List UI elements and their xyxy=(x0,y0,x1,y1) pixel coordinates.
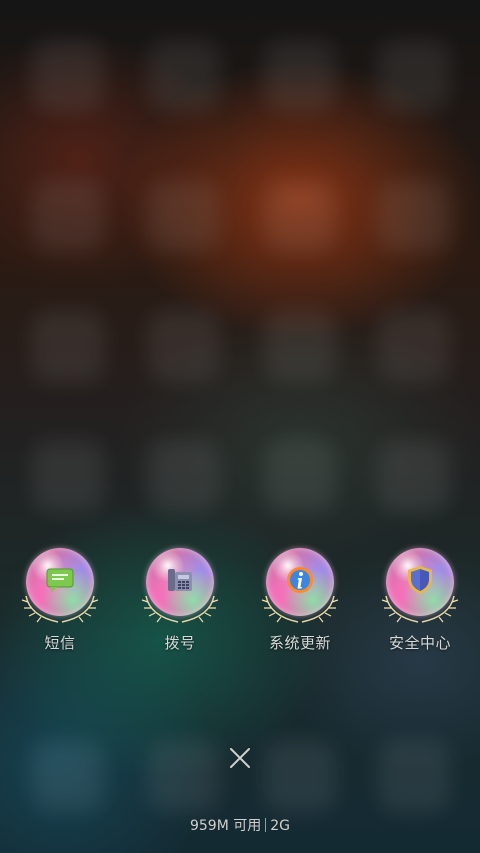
shield-icon xyxy=(403,563,437,597)
network-type: 2G xyxy=(270,818,291,834)
blurred-app-icon xyxy=(148,310,220,382)
shortcut-dialer[interactable]: 拨号 xyxy=(120,546,240,656)
blurred-app-icon xyxy=(378,180,450,252)
shortcut-label: 短信 xyxy=(44,634,76,652)
divider xyxy=(265,818,267,832)
shortcut-label: 拨号 xyxy=(164,634,196,652)
info-icon xyxy=(283,563,317,597)
shortcut-label: 安全中心 xyxy=(388,634,451,652)
blurred-dock-icon xyxy=(32,740,104,812)
blurred-app-icon xyxy=(264,440,336,512)
shortcut-system-update[interactable]: 系统更新 xyxy=(240,546,360,656)
close-button[interactable] xyxy=(224,742,256,774)
blurred-wallpaper xyxy=(0,0,480,853)
blurred-app-icon xyxy=(264,310,336,382)
blurred-app-icon xyxy=(32,440,104,512)
blurred-app-icon xyxy=(148,40,220,112)
blurred-app-icon xyxy=(148,180,220,252)
blurred-app-icon xyxy=(378,310,450,382)
shortcut-label: 系统更新 xyxy=(268,634,331,652)
blurred-dock-icon xyxy=(378,740,450,812)
bubble-icon xyxy=(20,546,100,626)
shortcut-row: 短信 拨号 系统更新 安全中心 xyxy=(0,546,480,656)
blurred-app-icon xyxy=(264,180,336,252)
blurred-app-icon xyxy=(264,40,336,112)
bubble-icon xyxy=(140,546,220,626)
blurred-app-icon xyxy=(32,180,104,252)
shortcut-messages[interactable]: 短信 xyxy=(0,546,120,656)
blurred-dock-icon xyxy=(264,740,336,812)
bubble-icon xyxy=(260,546,340,626)
close-icon xyxy=(230,748,250,768)
blurred-app-icon xyxy=(32,40,104,112)
blurred-app-icon xyxy=(148,440,220,512)
memory-available: 959M 可用 xyxy=(189,818,262,834)
shortcut-security-center[interactable]: 安全中心 xyxy=(360,546,480,656)
blurred-dock-icon xyxy=(148,740,220,812)
memory-status: 959M 可用 2G xyxy=(0,815,480,835)
bubble-icon xyxy=(380,546,460,626)
blurred-app-icon xyxy=(378,440,450,512)
blurred-app-icon xyxy=(378,40,450,112)
phone-icon xyxy=(163,563,197,597)
message-icon xyxy=(43,563,77,597)
blurred-app-icon xyxy=(32,310,104,382)
